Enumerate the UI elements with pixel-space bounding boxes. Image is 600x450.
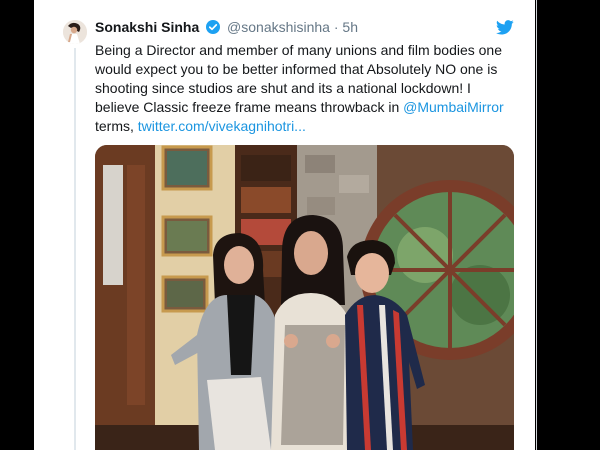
author-name[interactable]: Sonakshi Sinha [95, 19, 199, 35]
mention-link[interactable]: @MumbaiMirror [403, 99, 504, 115]
tweet-timestamp[interactable]: 5h [342, 19, 358, 35]
thread-line [74, 48, 76, 450]
tweet-media-photo[interactable] [95, 145, 514, 450]
tweet-text: Being a Director and member of many unio… [95, 41, 515, 136]
tweet-header: Sonakshi Sinha @sonakshisinha · 5h [95, 18, 358, 38]
tweet-card: Sonakshi Sinha @sonakshisinha · 5h Being… [34, 0, 535, 450]
twitter-bird-icon[interactable] [496, 20, 514, 40]
avatar[interactable] [63, 20, 87, 44]
author-handle[interactable]: @sonakshisinha [227, 19, 330, 35]
tweet-text-terms: terms, [95, 118, 138, 134]
verified-badge-icon [206, 20, 221, 38]
card-border [536, 0, 537, 450]
tweet-url-link[interactable]: twitter.com/vivekagnihotri... [138, 118, 306, 134]
separator-dot: · [333, 19, 339, 35]
photo-illustration [95, 145, 514, 450]
